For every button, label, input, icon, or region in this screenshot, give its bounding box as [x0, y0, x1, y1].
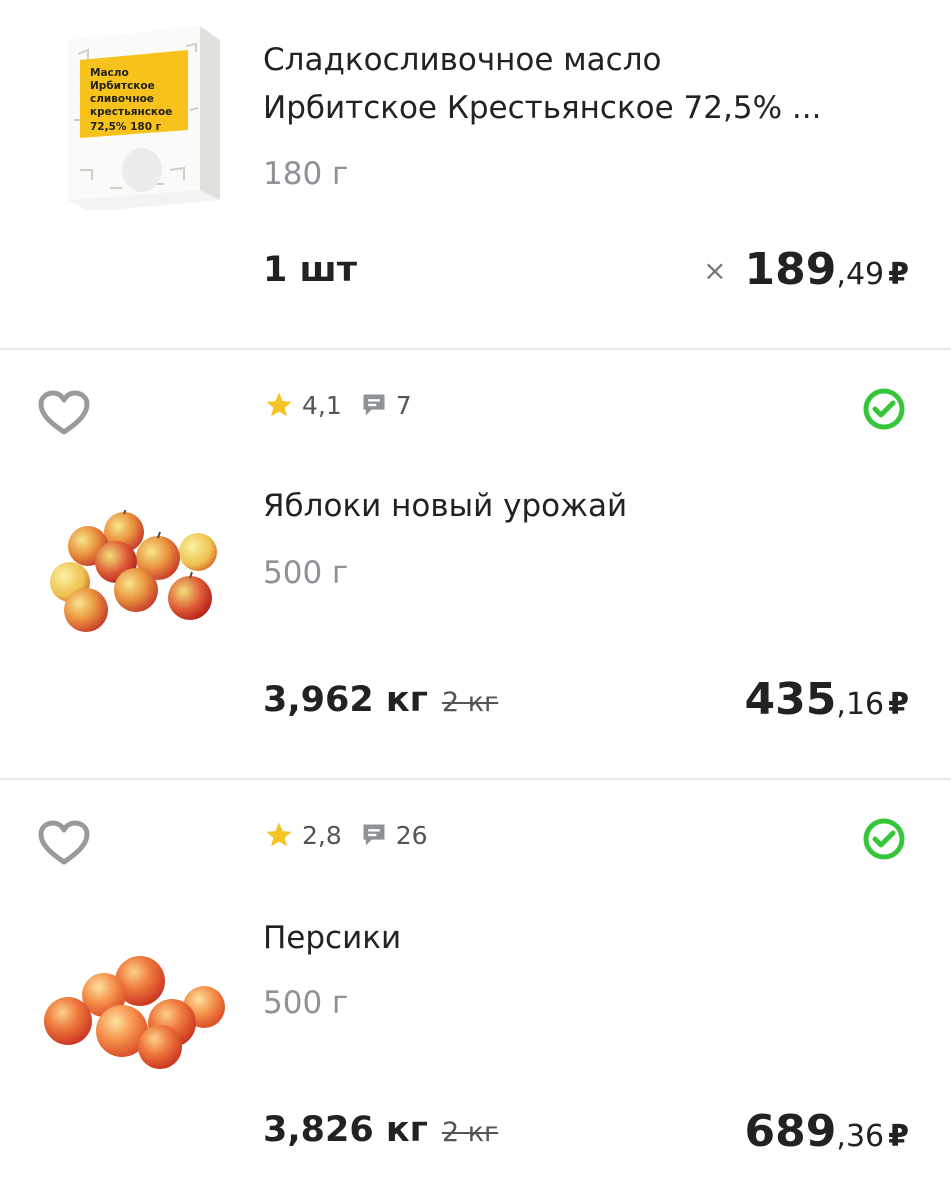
product-weight: 500 г: [263, 985, 349, 1021]
cart-list: Масло Ирбитское сливочное крестьянское 7…: [0, 0, 951, 1200]
star-icon: [266, 822, 292, 847]
package-text: Ирбитское: [90, 80, 155, 92]
price: × 189,49 ₽: [703, 244, 909, 295]
comment-icon: [363, 394, 385, 416]
product-image-peaches[interactable]: [40, 920, 230, 1110]
package-text: Масло: [90, 67, 129, 79]
price-fraction: ,36: [836, 1119, 885, 1154]
product-title-line: Сладкосливочное масло: [263, 42, 662, 78]
price-integer: 689: [744, 1106, 837, 1157]
star-icon: [266, 392, 292, 417]
price-fraction: ,49: [836, 257, 885, 292]
product-title[interactable]: Персики: [263, 914, 903, 962]
cart-item-peaches[interactable]: 2,8 26 Персики 500 г 3,826 кг 2 кг 689,3…: [0, 780, 951, 1200]
product-title[interactable]: Яблоки новый урожай: [263, 482, 903, 530]
quantity: 3,962 кг 2 кг: [263, 680, 498, 720]
product-weight: 180 г: [263, 156, 349, 192]
package-text: крестьянское: [90, 106, 172, 118]
check-circle-icon[interactable]: [863, 388, 905, 430]
quantity-old: 2 кг: [441, 687, 499, 718]
price: 689,36 ₽: [745, 1106, 909, 1157]
reviews-count: 7: [395, 390, 412, 420]
close-icon: ×: [703, 254, 727, 287]
cart-item-butter[interactable]: Масло Ирбитское сливочное крестьянское 7…: [0, 0, 951, 348]
cart-item-apples[interactable]: 4,1 7 Яблоки новый урожай 500 г 3,962 кг…: [0, 350, 951, 778]
check-circle-icon[interactable]: [863, 818, 905, 860]
quantity: 3,826 кг 2 кг: [263, 1110, 498, 1150]
quantity-value: 3,962 кг: [263, 680, 428, 720]
rating-value: 4,1: [302, 390, 342, 420]
price-fraction: ,16: [836, 687, 885, 722]
package-text: сливочное: [90, 93, 154, 105]
product-title-line: Ирбитское Крестьянское 72,5% ...: [263, 90, 822, 126]
product-image-apples[interactable]: [40, 480, 230, 670]
quantity-old: 2 кг: [441, 1117, 499, 1148]
reviews-count: 26: [395, 820, 428, 850]
comment-icon: [363, 824, 385, 846]
product-image-butter[interactable]: Масло Ирбитское сливочное крестьянское 7…: [40, 20, 230, 210]
rating-row: 4,1 7: [264, 390, 412, 420]
quantity: 1 шт: [263, 250, 357, 290]
quantity-value: 3,826 кг: [263, 1110, 428, 1150]
currency: ₽: [888, 687, 909, 722]
rating-row: 2,8 26: [264, 820, 428, 850]
heart-icon[interactable]: [38, 390, 90, 436]
currency: ₽: [888, 1119, 909, 1154]
package-text: 72,5% 180 г: [90, 121, 162, 133]
rating-value: 2,8: [302, 820, 342, 850]
product-weight: 500 г: [263, 555, 349, 591]
product-title[interactable]: Сладкосливочное масло Ирбитское Крестьян…: [263, 36, 903, 132]
heart-icon[interactable]: [38, 820, 90, 866]
price: 435,16 ₽: [745, 674, 909, 725]
price-integer: 189: [744, 244, 837, 295]
currency: ₽: [888, 257, 909, 292]
price-integer: 435: [744, 674, 837, 725]
